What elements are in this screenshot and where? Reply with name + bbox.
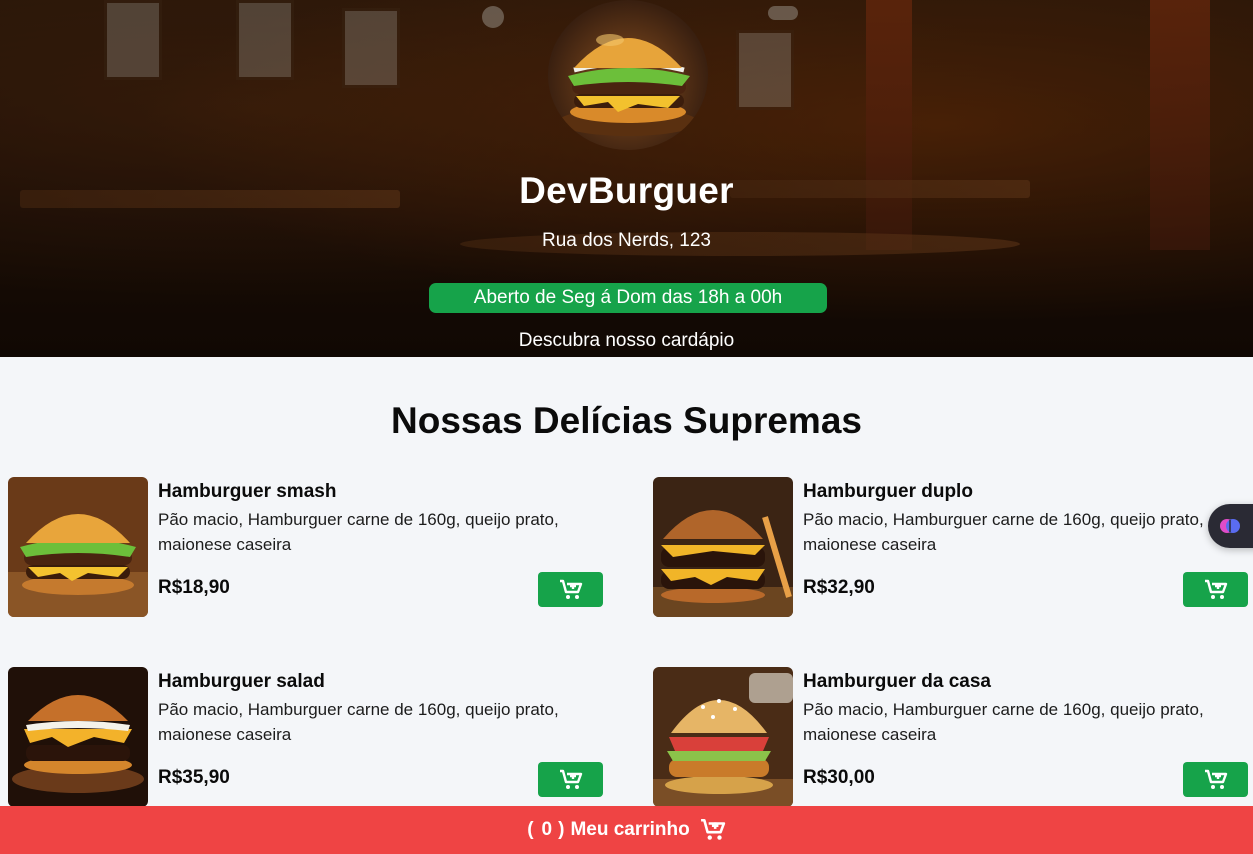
cart-plus-icon — [1204, 769, 1227, 789]
opening-hours-badge: Aberto de Seg á Dom das 18h a 00h — [429, 283, 827, 313]
brain-icon — [1220, 519, 1240, 533]
item-price: R$35,90 — [158, 767, 230, 788]
menu-cta-text: Descubra nosso cardápio — [518, 330, 735, 351]
item-name: Hamburguer salad — [158, 671, 325, 692]
item-description: Pão macio, Hamburguer carne de 160g, que… — [158, 700, 559, 744]
item-name: Hamburguer duplo — [803, 481, 973, 502]
burger-logo-image — [558, 34, 698, 136]
cart-plus-icon — [559, 579, 582, 599]
item-price: R$32,90 — [803, 577, 875, 598]
item-name: Hamburguer da casa — [803, 671, 991, 692]
burger-image — [8, 667, 148, 807]
floating-widget-button[interactable] — [1208, 504, 1253, 548]
item-name: Hamburguer smash — [158, 481, 337, 502]
cart-label: Meu carrinho — [570, 819, 690, 840]
item-price: R$30,00 — [803, 767, 875, 788]
burger-image — [653, 667, 793, 807]
item-description: Pão macio, Hamburguer carne de 160g, que… — [803, 510, 1204, 554]
cart-plus-icon — [559, 769, 582, 789]
item-description: Pão macio, Hamburguer carne de 160g, que… — [158, 510, 559, 554]
cart-count: 0 — [541, 819, 553, 840]
add-to-cart-button[interactable] — [1183, 762, 1248, 797]
add-to-cart-button[interactable] — [538, 762, 603, 797]
burger-image — [653, 477, 793, 617]
add-to-cart-button[interactable] — [1183, 572, 1248, 607]
cart-close-paren: ) — [558, 819, 565, 840]
add-to-cart-button[interactable] — [538, 572, 603, 607]
opening-hours-text: Aberto de Seg á Dom das 18h a 00h — [473, 287, 783, 308]
menu-item: Hamburguer da casa Pão macio, Hamburguer… — [653, 667, 1253, 809]
restaurant-name: DevBurguer — [519, 170, 734, 211]
item-description: Pão macio, Hamburguer carne de 160g, que… — [803, 700, 1204, 744]
cart-plus-icon — [700, 818, 725, 840]
cart-footer-button[interactable]: ( 0 ) Meu carrinho — [0, 806, 1253, 854]
menu-item: Hamburguer smash Pão macio, Hamburguer c… — [8, 477, 608, 619]
menu-item: Hamburguer salad Pão macio, Hamburguer c… — [8, 667, 608, 809]
burger-logo — [548, 0, 708, 150]
item-price: R$18,90 — [158, 577, 230, 598]
cart-plus-icon — [1204, 579, 1227, 599]
burger-image — [8, 477, 148, 617]
menu-item: Hamburguer duplo Pão macio, Hamburguer c… — [653, 477, 1253, 619]
restaurant-address: Rua dos Nerds, 123 — [542, 230, 711, 251]
hero-header: DevBurguer Rua dos Nerds, 123 Aberto de … — [0, 0, 1253, 357]
cart-open-paren: ( — [527, 819, 534, 840]
menu-section-title: Nossas Delícias Supremas — [391, 400, 862, 441]
